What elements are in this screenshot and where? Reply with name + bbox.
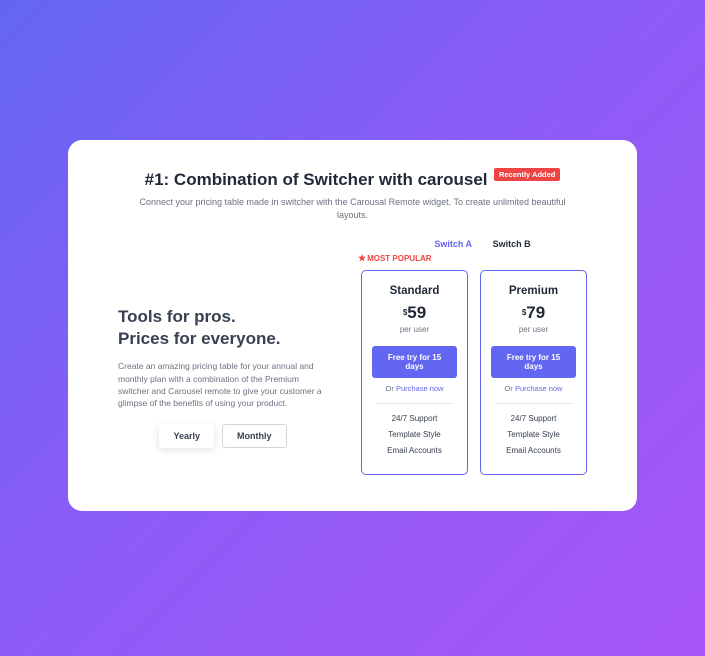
yearly-button[interactable]: Yearly (159, 424, 214, 448)
star-icon: ★ (358, 253, 366, 263)
purchase-now-link[interactable]: Purchase now (396, 384, 444, 393)
tab-switch-a[interactable]: Switch A (434, 239, 472, 249)
divider (495, 403, 572, 404)
plan-name: Premium (491, 285, 576, 297)
purchase-now-link[interactable]: Purchase now (515, 384, 563, 393)
plan-premium: Premium $79 per user Free try for 15 day… (480, 270, 587, 475)
pricing-card-container: #1: Combination of Switcher with carouse… (68, 140, 637, 511)
or-line: Or Purchase now (491, 384, 576, 393)
price-value: 79 (526, 303, 545, 322)
divider (376, 403, 453, 404)
heading-line-2: Prices for everyone. (118, 328, 335, 350)
left-column: Tools for pros. Prices for everyone. Cre… (118, 270, 343, 475)
feature-item: Template Style (491, 430, 576, 439)
popular-text: MOST POPULAR (367, 254, 431, 263)
switch-tabs: Switch A Switch B (378, 239, 587, 249)
feature-item: 24/7 Support (372, 414, 457, 423)
monthly-button[interactable]: Monthly (222, 424, 287, 448)
feature-item: Email Accounts (372, 446, 457, 455)
price-row: $79 (491, 303, 576, 323)
or-text: Or (386, 384, 396, 393)
billing-toggle: Yearly Monthly (118, 424, 328, 448)
title-row: #1: Combination of Switcher with carouse… (145, 170, 561, 190)
feature-item: 24/7 Support (491, 414, 576, 423)
header: #1: Combination of Switcher with carouse… (118, 170, 587, 221)
tab-switch-b[interactable]: Switch B (493, 239, 531, 249)
feature-item: Email Accounts (491, 446, 576, 455)
page-title: #1: Combination of Switcher with carouse… (145, 170, 488, 189)
page-subtitle: Connect your pricing table made in switc… (138, 196, 568, 221)
price-unit: per user (372, 325, 457, 334)
plan-name: Standard (372, 285, 457, 297)
free-trial-button[interactable]: Free try for 15 days (491, 346, 576, 378)
price-row: $59 (372, 303, 457, 323)
feature-item: Template Style (372, 430, 457, 439)
pricing-cards: Standard $59 per user Free try for 15 da… (361, 270, 587, 475)
recently-added-badge: Recently Added (494, 168, 560, 181)
or-line: Or Purchase now (372, 384, 457, 393)
most-popular-label: ★MOST POPULAR (358, 253, 587, 264)
price-value: 59 (407, 303, 426, 322)
price-unit: per user (491, 325, 576, 334)
body-row: Tools for pros. Prices for everyone. Cre… (118, 270, 587, 475)
left-description: Create an amazing pricing table for your… (118, 360, 328, 409)
heading-line-1: Tools for pros. (118, 306, 335, 328)
plan-standard: Standard $59 per user Free try for 15 da… (361, 270, 468, 475)
free-trial-button[interactable]: Free try for 15 days (372, 346, 457, 378)
or-text: Or (505, 384, 515, 393)
